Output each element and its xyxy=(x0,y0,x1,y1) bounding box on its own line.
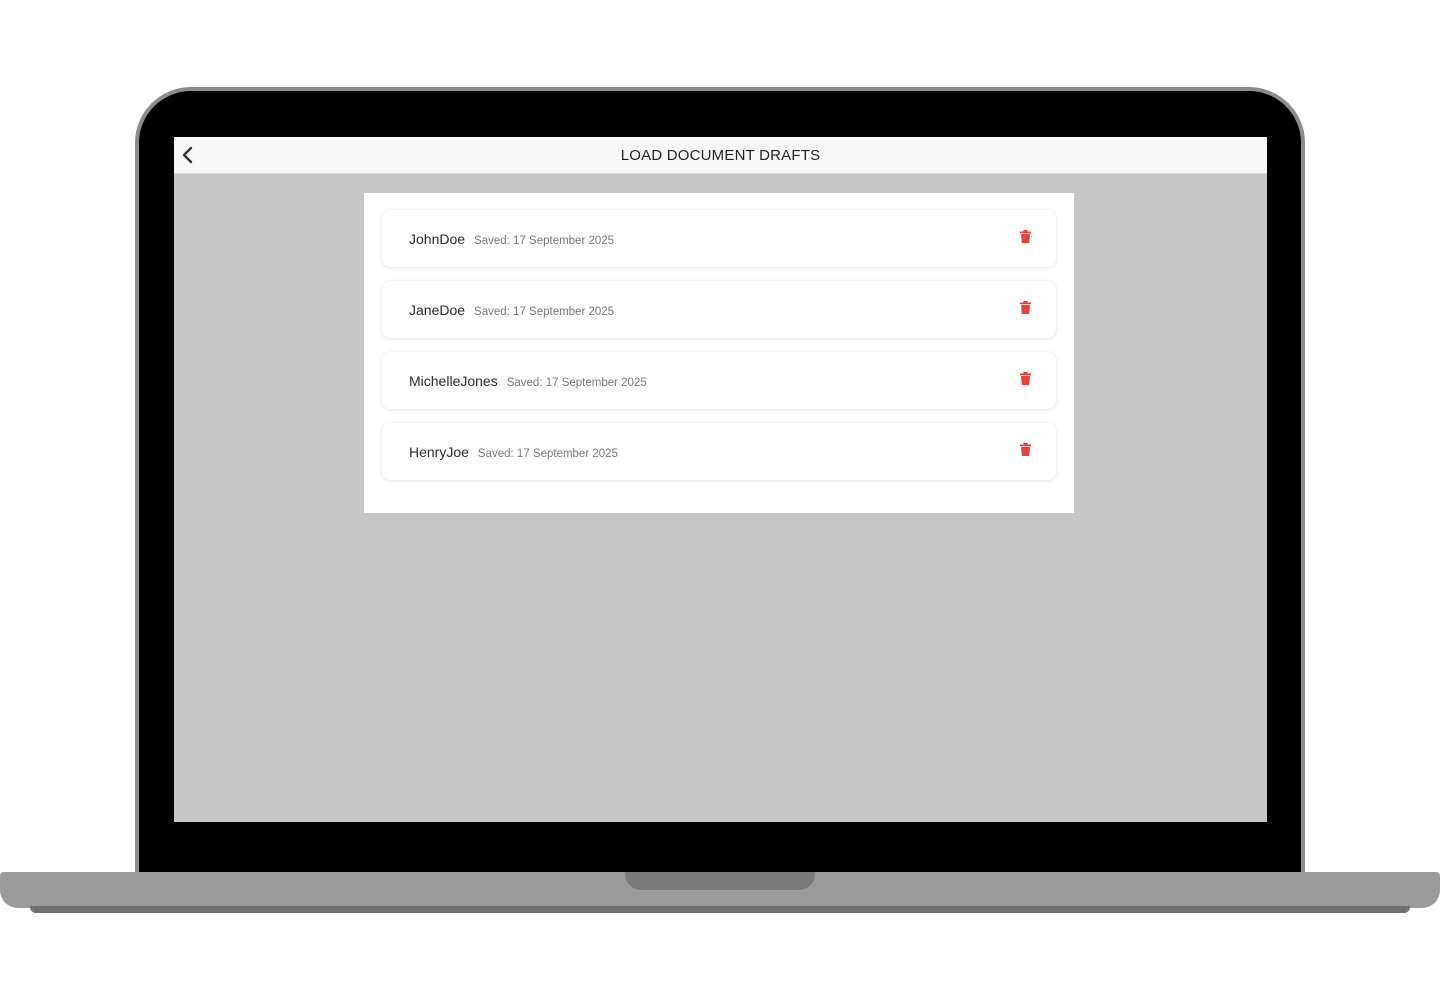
draft-item[interactable]: HenryJoe Saved: 17 September 2025 xyxy=(382,423,1056,480)
draft-name: MichelleJones xyxy=(409,373,498,389)
draft-item[interactable]: JohnDoe Saved: 17 September 2025 xyxy=(382,210,1056,267)
draft-item[interactable]: MichelleJones Saved: 17 September 2025 xyxy=(382,352,1056,409)
delete-draft-button[interactable] xyxy=(1016,441,1034,461)
delete-draft-button[interactable] xyxy=(1016,228,1034,248)
draft-saved-date: Saved: 17 September 2025 xyxy=(474,235,615,247)
drafts-panel: JohnDoe Saved: 17 September 2025 JaneDoe S… xyxy=(364,193,1074,513)
draft-name: HenryJoe xyxy=(409,444,469,460)
draft-item[interactable]: JaneDoe Saved: 17 September 2025 xyxy=(382,281,1056,338)
delete-draft-button[interactable] xyxy=(1016,370,1034,390)
laptop-notch xyxy=(625,872,815,890)
draft-list: JohnDoe Saved: 17 September 2025 JaneDoe S… xyxy=(382,210,1056,494)
laptop-base-lip xyxy=(30,906,1410,913)
trash-icon xyxy=(1019,372,1031,385)
draft-saved-date: Saved: 17 September 2025 xyxy=(477,448,618,460)
trash-icon xyxy=(1019,301,1031,314)
delete-draft-button[interactable] xyxy=(1016,299,1034,319)
app-screen: LOAD DOCUMENT DRAFTS JohnDoe Saved: 17 Se… xyxy=(174,137,1267,822)
trash-icon xyxy=(1019,443,1031,456)
top-bar: LOAD DOCUMENT DRAFTS xyxy=(174,137,1267,174)
draft-name: JohnDoe xyxy=(409,231,466,247)
trash-icon xyxy=(1019,230,1031,243)
draft-saved-date: Saved: 17 September 2025 xyxy=(506,377,647,389)
draft-saved-date: Saved: 17 September 2025 xyxy=(474,306,615,318)
page-title: LOAD DOCUMENT DRAFTS xyxy=(620,147,821,164)
draft-name: JaneDoe xyxy=(409,302,466,318)
laptop-mockup: LOAD DOCUMENT DRAFTS JohnDoe Saved: 17 Se… xyxy=(0,0,1440,1000)
